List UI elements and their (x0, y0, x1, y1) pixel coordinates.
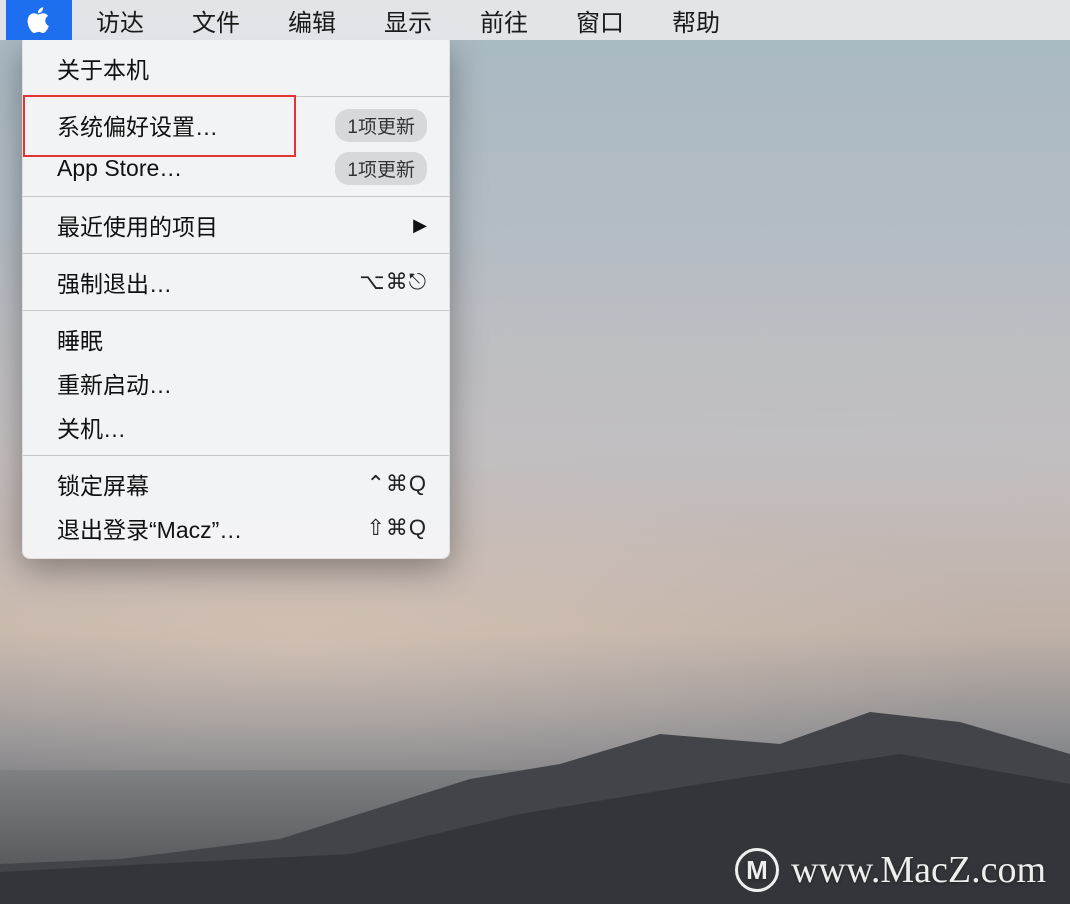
menuitem-label: 关机… (57, 410, 126, 444)
menuitem-label: 最近使用的项目 (57, 208, 218, 242)
menuitem-label: 睡眠 (57, 322, 103, 356)
menuitem-label: 锁定屏幕 (57, 467, 149, 501)
menuitem-logout[interactable]: 退出登录“Macz”… ⇧⌘Q (23, 506, 449, 550)
menubar-item-go[interactable]: 前往 (456, 0, 552, 40)
submenu-arrow-icon: ▶ (413, 215, 427, 236)
menuitem-lock-screen[interactable]: 锁定屏幕 ⌃⌘Q (23, 462, 449, 506)
menuitem-shutdown[interactable]: 关机… (23, 405, 449, 449)
menuitem-about-this-mac[interactable]: 关于本机 (23, 46, 449, 90)
menu-separator (23, 253, 449, 254)
menubar-item-window[interactable]: 窗口 (552, 0, 648, 40)
watermark: M www.MacZ.com (735, 848, 1046, 892)
menubar-item-edit[interactable]: 编辑 (264, 0, 360, 40)
menu-separator (23, 196, 449, 197)
watermark-logo-icon: M (735, 848, 779, 892)
menuitem-app-store[interactable]: App Store… 1项更新 (23, 147, 449, 190)
update-badge: 1项更新 (335, 152, 427, 185)
menuitem-label: App Store… (57, 155, 182, 182)
menuitem-label: 退出登录“Macz”… (57, 511, 242, 545)
menu-separator (23, 96, 449, 97)
menuitem-restart[interactable]: 重新启动… (23, 361, 449, 405)
menuitem-label: 系统偏好设置… (57, 108, 218, 142)
menubar-item-finder[interactable]: 访达 (72, 0, 168, 40)
menuitem-label: 关于本机 (57, 51, 149, 85)
keyboard-shortcut: ⌥⌘⎋ (359, 269, 427, 295)
update-badge: 1项更新 (335, 109, 427, 142)
menubar-item-view[interactable]: 显示 (360, 0, 456, 40)
menu-separator (23, 310, 449, 311)
menuitem-label: 强制退出… (57, 265, 172, 299)
keyboard-shortcut: ⌃⌘Q (366, 471, 427, 497)
menu-separator (23, 455, 449, 456)
menubar: 访达 文件 编辑 显示 前往 窗口 帮助 (0, 0, 1070, 40)
menuitem-force-quit[interactable]: 强制退出… ⌥⌘⎋ (23, 260, 449, 304)
apple-menu-dropdown: 关于本机 系统偏好设置… 1项更新 App Store… 1项更新 最近使用的项… (22, 40, 450, 559)
desktop-background: 访达 文件 编辑 显示 前往 窗口 帮助 关于本机 系统偏好设置… 1项更新 A… (0, 0, 1070, 904)
menuitem-system-preferences[interactable]: 系统偏好设置… 1项更新 (23, 103, 449, 147)
menuitem-label: 重新启动… (57, 366, 172, 400)
menubar-item-help[interactable]: 帮助 (648, 0, 744, 40)
menubar-item-file[interactable]: 文件 (168, 0, 264, 40)
apple-logo-icon (27, 6, 51, 34)
menuitem-recent-items[interactable]: 最近使用的项目 ▶ (23, 203, 449, 247)
mountain-silhouette (0, 664, 1070, 904)
watermark-text: www.MacZ.com (791, 848, 1046, 892)
keyboard-shortcut: ⇧⌘Q (366, 515, 427, 541)
menuitem-sleep[interactable]: 睡眠 (23, 317, 449, 361)
apple-menu-button[interactable] (6, 0, 72, 40)
